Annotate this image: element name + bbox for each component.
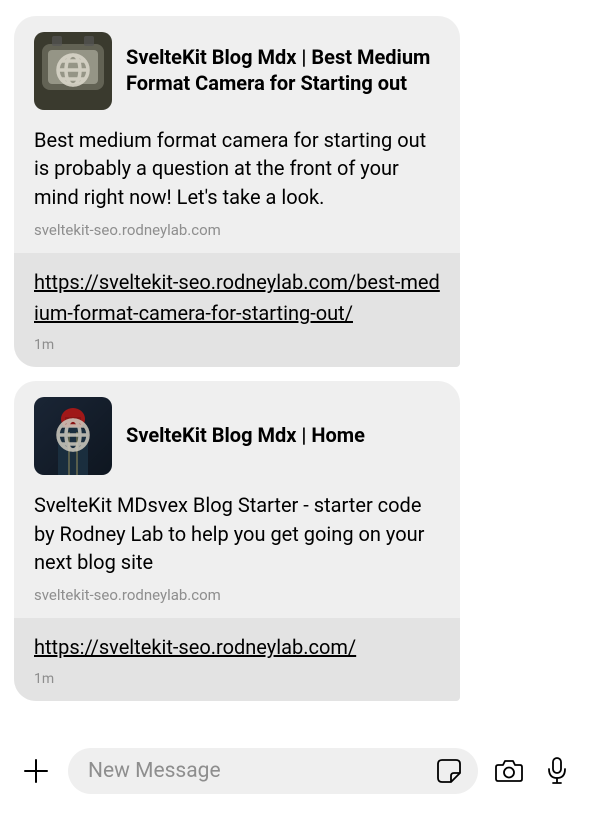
preview-thumbnail	[34, 32, 112, 110]
message-item: SvelteKit Blog Mdx | Home SvelteKit MDsv…	[14, 381, 578, 701]
card-body: SvelteKit Blog Mdx | Home SvelteKit MDsv…	[14, 381, 460, 618]
add-button[interactable]	[18, 753, 54, 789]
preview-url[interactable]: https://sveltekit-seo.rodneylab.com/best…	[34, 267, 440, 329]
card-body: SvelteKit Blog Mdx | Best Medium Format …	[14, 16, 460, 253]
sticker-icon	[436, 758, 462, 784]
preview-thumbnail	[34, 397, 112, 475]
link-preview-card[interactable]: SvelteKit Blog Mdx | Home SvelteKit MDsv…	[14, 381, 460, 701]
preview-description: Best medium format camera for starting o…	[34, 126, 440, 211]
plus-icon	[22, 757, 50, 785]
message-timestamp: 1m	[34, 337, 440, 353]
input-placeholder: New Message	[88, 759, 434, 783]
preview-title: SvelteKit Blog Mdx | Best Medium Format …	[126, 45, 440, 96]
preview-description: SvelteKit MDsvex Blog Starter - starter …	[34, 491, 440, 576]
card-header: SvelteKit Blog Mdx | Home	[34, 397, 440, 475]
preview-domain: sveltekit-seo.rodneylab.com	[34, 221, 440, 239]
message-list: SvelteKit Blog Mdx | Best Medium Format …	[0, 0, 592, 701]
preview-domain: sveltekit-seo.rodneylab.com	[34, 586, 440, 604]
sticker-button[interactable]	[434, 756, 464, 786]
camera-button[interactable]	[492, 754, 526, 788]
message-item: SvelteKit Blog Mdx | Best Medium Format …	[14, 16, 578, 367]
link-preview-card[interactable]: SvelteKit Blog Mdx | Best Medium Format …	[14, 16, 460, 367]
message-composer: New Message	[0, 748, 592, 794]
message-timestamp: 1m	[34, 671, 440, 687]
card-footer: https://sveltekit-seo.rodneylab.com/ 1m	[14, 618, 460, 701]
microphone-button[interactable]	[540, 754, 574, 788]
camera-icon	[494, 757, 524, 785]
card-header: SvelteKit Blog Mdx | Best Medium Format …	[34, 32, 440, 110]
preview-url[interactable]: https://sveltekit-seo.rodneylab.com/	[34, 632, 440, 663]
card-footer: https://sveltekit-seo.rodneylab.com/best…	[14, 253, 460, 367]
preview-title: SvelteKit Blog Mdx | Home	[126, 423, 365, 449]
message-input[interactable]: New Message	[68, 748, 478, 794]
microphone-icon	[546, 756, 568, 786]
